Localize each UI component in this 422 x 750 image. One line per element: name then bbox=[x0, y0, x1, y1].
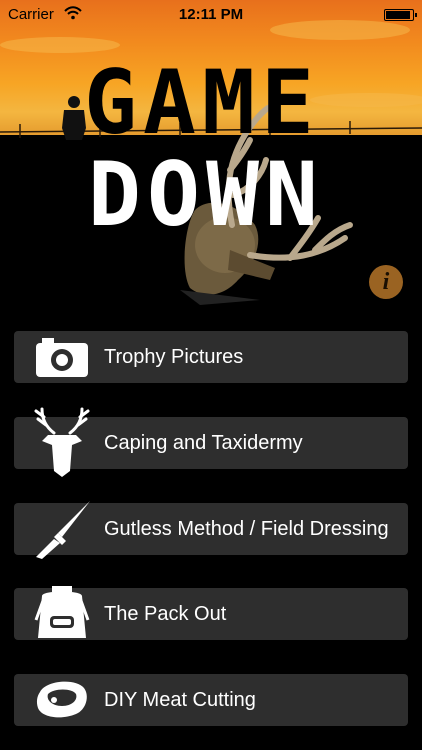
hero-banner: GAME DOWN i bbox=[0, 0, 422, 310]
menu-item-label: Trophy Pictures bbox=[104, 346, 244, 368]
camera-icon bbox=[32, 331, 96, 383]
menu-item-label: Gutless Method / Field Dressing bbox=[104, 518, 389, 540]
hero-illustration: GAME DOWN bbox=[0, 20, 422, 305]
menu-item-trophy-pictures[interactable]: Trophy Pictures bbox=[14, 331, 408, 383]
menu-item-label: Caping and Taxidermy bbox=[104, 432, 303, 454]
menu-item-meat-cutting[interactable]: DIY Meat Cutting bbox=[14, 674, 408, 726]
menu-item-pack-out[interactable]: The Pack Out bbox=[14, 586, 408, 640]
logo-game: GAME bbox=[84, 51, 320, 154]
menu-item-label: The Pack Out bbox=[104, 603, 227, 625]
clock: 12:11 PM bbox=[178, 6, 244, 23]
logo-down: DOWN bbox=[88, 143, 324, 246]
knife-icon bbox=[32, 501, 96, 559]
backpack-icon bbox=[32, 586, 96, 640]
info-button[interactable]: i bbox=[369, 265, 403, 299]
hunter-silhouette bbox=[62, 96, 86, 140]
menu-item-label: DIY Meat Cutting bbox=[104, 689, 256, 711]
steak-icon bbox=[32, 674, 96, 726]
deer-head-icon bbox=[32, 407, 96, 477]
battery-icon bbox=[384, 9, 417, 21]
status-bar: Carrier 12:11 PM bbox=[0, 0, 422, 30]
menu-item-caping-taxidermy[interactable]: Caping and Taxidermy bbox=[14, 407, 408, 477]
menu-item-gutless-method[interactable]: Gutless Method / Field Dressing bbox=[14, 501, 408, 559]
